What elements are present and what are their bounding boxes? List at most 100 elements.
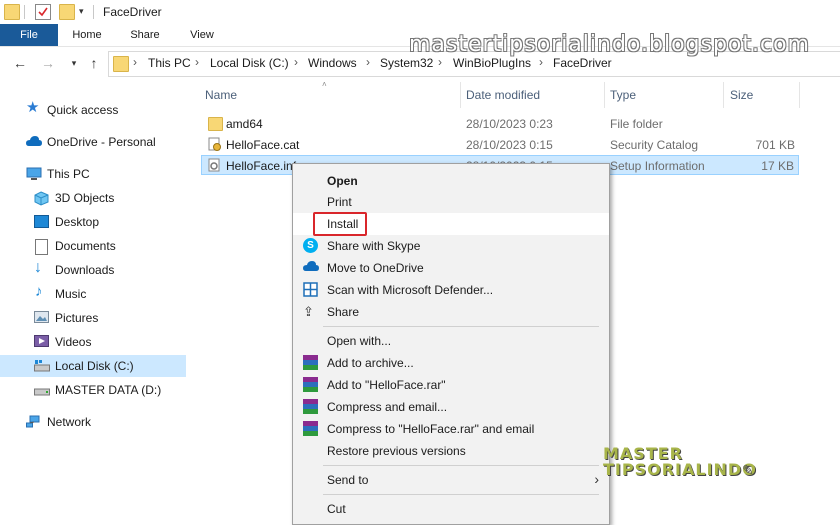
nav-label: OneDrive - Personal bbox=[47, 135, 156, 149]
nav-item-documents[interactable]: Documents bbox=[0, 235, 186, 257]
computer-icon bbox=[26, 167, 42, 180]
breadcrumb-system32[interactable]: System32 bbox=[380, 56, 433, 70]
nav-item-network[interactable]: Network bbox=[0, 411, 186, 433]
nav-item-this-pc[interactable]: This PC bbox=[0, 163, 186, 185]
nav-item-onedrive[interactable]: OneDrive - Personal bbox=[0, 131, 186, 153]
drive-icon bbox=[34, 359, 50, 372]
breadcrumb-chevron-icon[interactable]: › bbox=[294, 55, 298, 69]
network-icon bbox=[26, 415, 40, 428]
nav-item-desktop[interactable]: Desktop bbox=[0, 211, 186, 233]
menu-item-label: Compress to "HelloFace.rar" and email bbox=[327, 422, 535, 436]
menu-item-scan-defender[interactable]: Scan with Microsoft Defender... bbox=[293, 279, 609, 301]
recent-locations-chevron-icon[interactable]: ▾ bbox=[66, 55, 82, 71]
nav-item-master-data[interactable]: MASTER DATA (D:) bbox=[0, 379, 186, 401]
cloud-icon bbox=[26, 135, 42, 148]
forward-arrow-icon[interactable]: → bbox=[40, 55, 56, 71]
star-icon: ★ bbox=[26, 99, 40, 116]
menu-item-share[interactable]: ⇪ Share bbox=[293, 301, 609, 323]
breadcrumb-chevron-icon[interactable]: › bbox=[133, 55, 137, 69]
menu-item-add-to-rar[interactable]: Add to "HelloFace.rar" bbox=[293, 374, 609, 396]
menu-item-send-to[interactable]: Send to › bbox=[293, 469, 609, 491]
menu-separator bbox=[323, 326, 599, 327]
column-header-name[interactable]: Name bbox=[205, 88, 237, 102]
menu-item-label: Print bbox=[327, 195, 352, 209]
column-divider[interactable] bbox=[799, 82, 800, 108]
highlight-box bbox=[313, 212, 367, 236]
breadcrumb-chevron-icon[interactable]: › bbox=[539, 55, 543, 69]
menu-item-label: Share bbox=[327, 305, 360, 319]
nav-label: Quick access bbox=[47, 103, 119, 117]
file-size: 17 KB bbox=[761, 159, 794, 173]
nav-item-downloads[interactable]: ↓ Downloads bbox=[0, 259, 186, 281]
column-header-size[interactable]: Size bbox=[730, 88, 753, 102]
cube-icon bbox=[34, 191, 49, 206]
file-row[interactable]: amd64 28/10/2023 0:23 File folder bbox=[201, 114, 799, 134]
menu-item-share-skype[interactable]: S Share with Skype bbox=[293, 235, 609, 257]
menu-item-label: Open bbox=[327, 174, 358, 188]
menu-item-label: Add to "HelloFace.rar" bbox=[327, 378, 446, 392]
folder-icon bbox=[113, 56, 129, 72]
menu-item-label: Restore previous versions bbox=[327, 444, 466, 458]
file-size: 701 KB bbox=[755, 138, 795, 152]
nav-label: Music bbox=[55, 287, 87, 301]
menu-item-add-archive[interactable]: Add to archive... bbox=[293, 352, 609, 374]
nav-label: Local Disk (C:) bbox=[55, 359, 134, 373]
column-header-date[interactable]: Date modified bbox=[466, 88, 540, 102]
file-name: amd64 bbox=[226, 117, 263, 131]
menu-item-restore-versions[interactable]: Restore previous versions bbox=[293, 440, 609, 462]
menu-item-open[interactable]: Open bbox=[293, 170, 609, 192]
context-menu: Open Print Install S Share with Skype Mo… bbox=[292, 163, 610, 525]
menu-item-cut[interactable]: Cut bbox=[293, 498, 609, 520]
tab-file[interactable]: File bbox=[0, 24, 58, 46]
up-arrow-icon[interactable]: ↑ bbox=[86, 55, 102, 71]
breadcrumb-facedriver[interactable]: FaceDriver bbox=[553, 56, 612, 70]
column-header-type[interactable]: Type bbox=[610, 88, 636, 102]
properties-icon[interactable] bbox=[35, 4, 51, 20]
nav-item-local-disk[interactable]: Local Disk (C:) bbox=[0, 355, 186, 377]
breadcrumb-windows[interactable]: Windows bbox=[308, 56, 357, 70]
column-divider[interactable] bbox=[604, 82, 605, 108]
nav-item-3d-objects[interactable]: 3D Objects bbox=[0, 187, 186, 209]
watermark-text: mastertipsorialindo.blogspot.com bbox=[408, 32, 810, 57]
column-divider[interactable] bbox=[460, 82, 461, 108]
nav-item-pictures[interactable]: Pictures bbox=[0, 307, 186, 329]
nav-label: Downloads bbox=[55, 263, 115, 277]
breadcrumb-this-pc[interactable]: This PC bbox=[148, 56, 191, 70]
file-date: 28/10/2023 0:15 bbox=[466, 138, 553, 152]
nav-item-videos[interactable]: Videos bbox=[0, 331, 186, 353]
menu-item-label: Move to OneDrive bbox=[327, 261, 424, 275]
breadcrumb-local-disk[interactable]: Local Disk (C:) bbox=[210, 56, 289, 70]
menu-item-compress-rar-email[interactable]: Compress to "HelloFace.rar" and email bbox=[293, 418, 609, 440]
menu-item-print[interactable]: Print bbox=[293, 191, 609, 213]
breadcrumb-winbioplugins[interactable]: WinBioPlugIns bbox=[453, 56, 531, 70]
submenu-chevron-icon: › bbox=[594, 471, 599, 487]
folder-icon bbox=[208, 117, 223, 131]
menu-item-open-with[interactable]: Open with... bbox=[293, 330, 609, 352]
menu-item-label: Open with... bbox=[327, 334, 392, 348]
customize-toolbar-icon[interactable]: ▾ bbox=[79, 6, 93, 20]
winrar-icon bbox=[303, 421, 318, 436]
nav-item-music[interactable]: ♪ Music bbox=[0, 283, 186, 305]
column-divider[interactable] bbox=[723, 82, 724, 108]
nav-label: Pictures bbox=[55, 311, 99, 325]
menu-item-move-onedrive[interactable]: Move to OneDrive bbox=[293, 257, 609, 279]
tab-home[interactable]: Home bbox=[66, 24, 108, 46]
video-icon bbox=[34, 335, 49, 348]
breadcrumb-chevron-icon[interactable]: › bbox=[366, 55, 370, 69]
picture-icon bbox=[34, 311, 49, 324]
tab-view[interactable]: View bbox=[181, 24, 223, 46]
menu-item-compress-email[interactable]: Compress and email... bbox=[293, 396, 609, 418]
breadcrumb-chevron-icon[interactable]: › bbox=[195, 55, 199, 69]
tab-share[interactable]: Share bbox=[124, 24, 166, 46]
menu-separator bbox=[323, 465, 599, 466]
nav-item-quick-access[interactable]: ★ Quick access bbox=[0, 99, 186, 121]
menu-item-label: Send to bbox=[327, 473, 369, 487]
new-folder-icon[interactable] bbox=[59, 4, 75, 20]
breadcrumb-chevron-icon[interactable]: › bbox=[438, 55, 442, 69]
menu-separator bbox=[323, 494, 599, 495]
menu-item-label: Scan with Microsoft Defender... bbox=[327, 283, 494, 297]
defender-shield-icon bbox=[303, 282, 318, 297]
file-row[interactable]: HelloFace.cat 28/10/2023 0:15 Security C… bbox=[201, 135, 799, 155]
back-arrow-icon[interactable]: ← bbox=[12, 55, 28, 71]
drive-icon bbox=[34, 383, 50, 396]
